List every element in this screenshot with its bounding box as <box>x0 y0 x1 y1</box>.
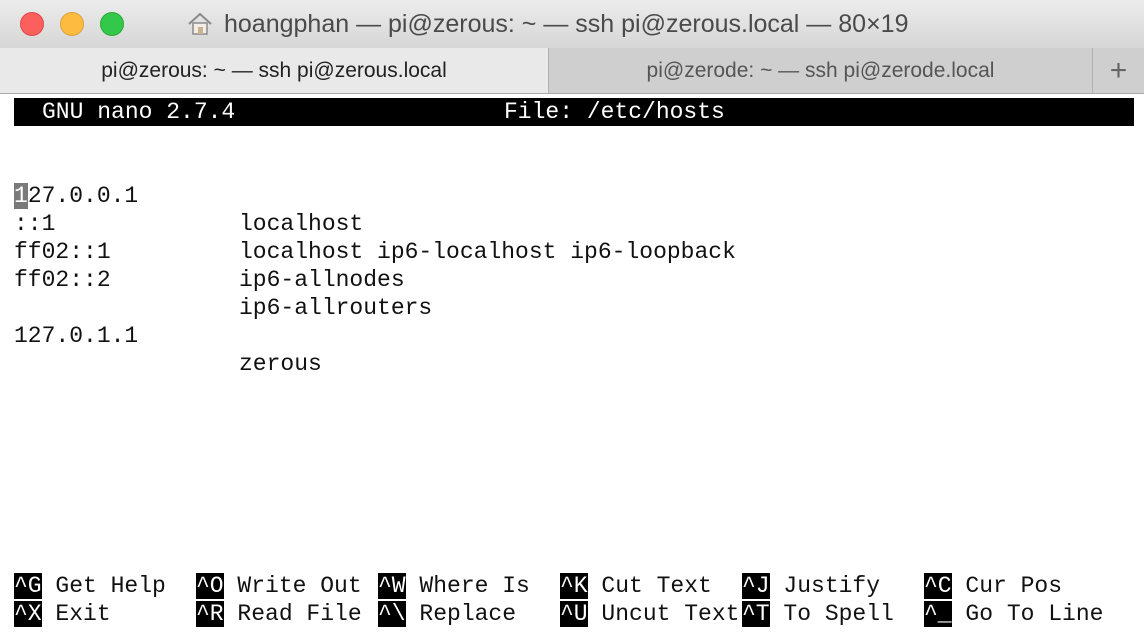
home-icon <box>186 10 214 38</box>
close-button[interactable] <box>20 12 44 36</box>
window-title: hoangphan — pi@zerous: ~ — ssh pi@zerous… <box>224 9 909 38</box>
ip-address: ff02::2 <box>14 267 111 293</box>
hosts-line: 127.0.0.1 localhost <box>14 154 814 237</box>
shortcut-read-file[interactable]: ^R Read File <box>196 600 362 628</box>
shortcut-go-to-line[interactable]: ^_ Go To Line <box>924 600 1103 628</box>
new-tab-button[interactable]: + <box>1093 48 1144 93</box>
tab-zerode[interactable]: pi@zerode: ~ — ssh pi@zerode.local <box>549 48 1093 93</box>
hosts-line: ::1 localhost ip6-localhost ip6-loopback <box>14 182 814 265</box>
shortcut-get-help[interactable]: ^G Get Help <box>14 572 166 600</box>
shortcut-where-is[interactable]: ^W Where Is <box>378 572 530 600</box>
ip-address: 127.0.1.1 <box>14 323 139 349</box>
shortcut-to-spell[interactable]: ^T To Spell <box>742 600 894 628</box>
terminal-window: hoangphan — pi@zerous: ~ — ssh pi@zerous… <box>0 0 1144 642</box>
window-title-group: hoangphan — pi@zerous: ~ — ssh pi@zerous… <box>186 8 908 40</box>
title-bar[interactable]: hoangphan — pi@zerous: ~ — ssh pi@zerous… <box>0 0 1144 49</box>
hosts-line: 127.0.1.1 zerous <box>14 294 814 377</box>
tab-zerous[interactable]: pi@zerous: ~ — ssh pi@zerous.local <box>0 48 549 93</box>
nano-shortcut-bar: ^G Get Help ^O Write Out ^W Where Is ^K … <box>14 572 1134 628</box>
shortcut-cut-text[interactable]: ^K Cut Text <box>560 572 712 600</box>
shortcut-justify[interactable]: ^J Justify <box>742 572 880 600</box>
zoom-button[interactable] <box>100 12 124 36</box>
shortcut-replace[interactable]: ^\ Replace <box>378 600 516 628</box>
shortcut-exit[interactable]: ^X Exit <box>14 600 111 628</box>
hostnames: ip6-allnodes <box>239 267 405 293</box>
hostnames: zerous <box>239 351 322 377</box>
hosts-line: ff02::2 ip6-allrouters <box>14 238 814 321</box>
nano-filename: File: /etc/hosts <box>504 99 725 125</box>
hosts-line: ff02::1 ip6-allnodes <box>14 210 814 293</box>
plus-icon: + <box>1109 53 1128 87</box>
minimize-button[interactable] <box>60 12 84 36</box>
nano-version: GNU nano 2.7.4 <box>42 99 236 125</box>
shortcut-write-out[interactable]: ^O Write Out <box>196 572 362 600</box>
tab-bar: pi@zerous: ~ — ssh pi@zerous.local pi@ze… <box>0 48 1144 94</box>
terminal-content[interactable]: GNU nano 2.7.4 File: /etc/hosts 127.0.0.… <box>0 94 1144 642</box>
shortcut-uncut-text[interactable]: ^U Uncut Text <box>560 600 739 628</box>
nano-title-bar: GNU nano 2.7.4 File: /etc/hosts <box>14 98 1134 126</box>
shortcut-cur-pos[interactable]: ^C Cur Pos <box>924 572 1062 600</box>
